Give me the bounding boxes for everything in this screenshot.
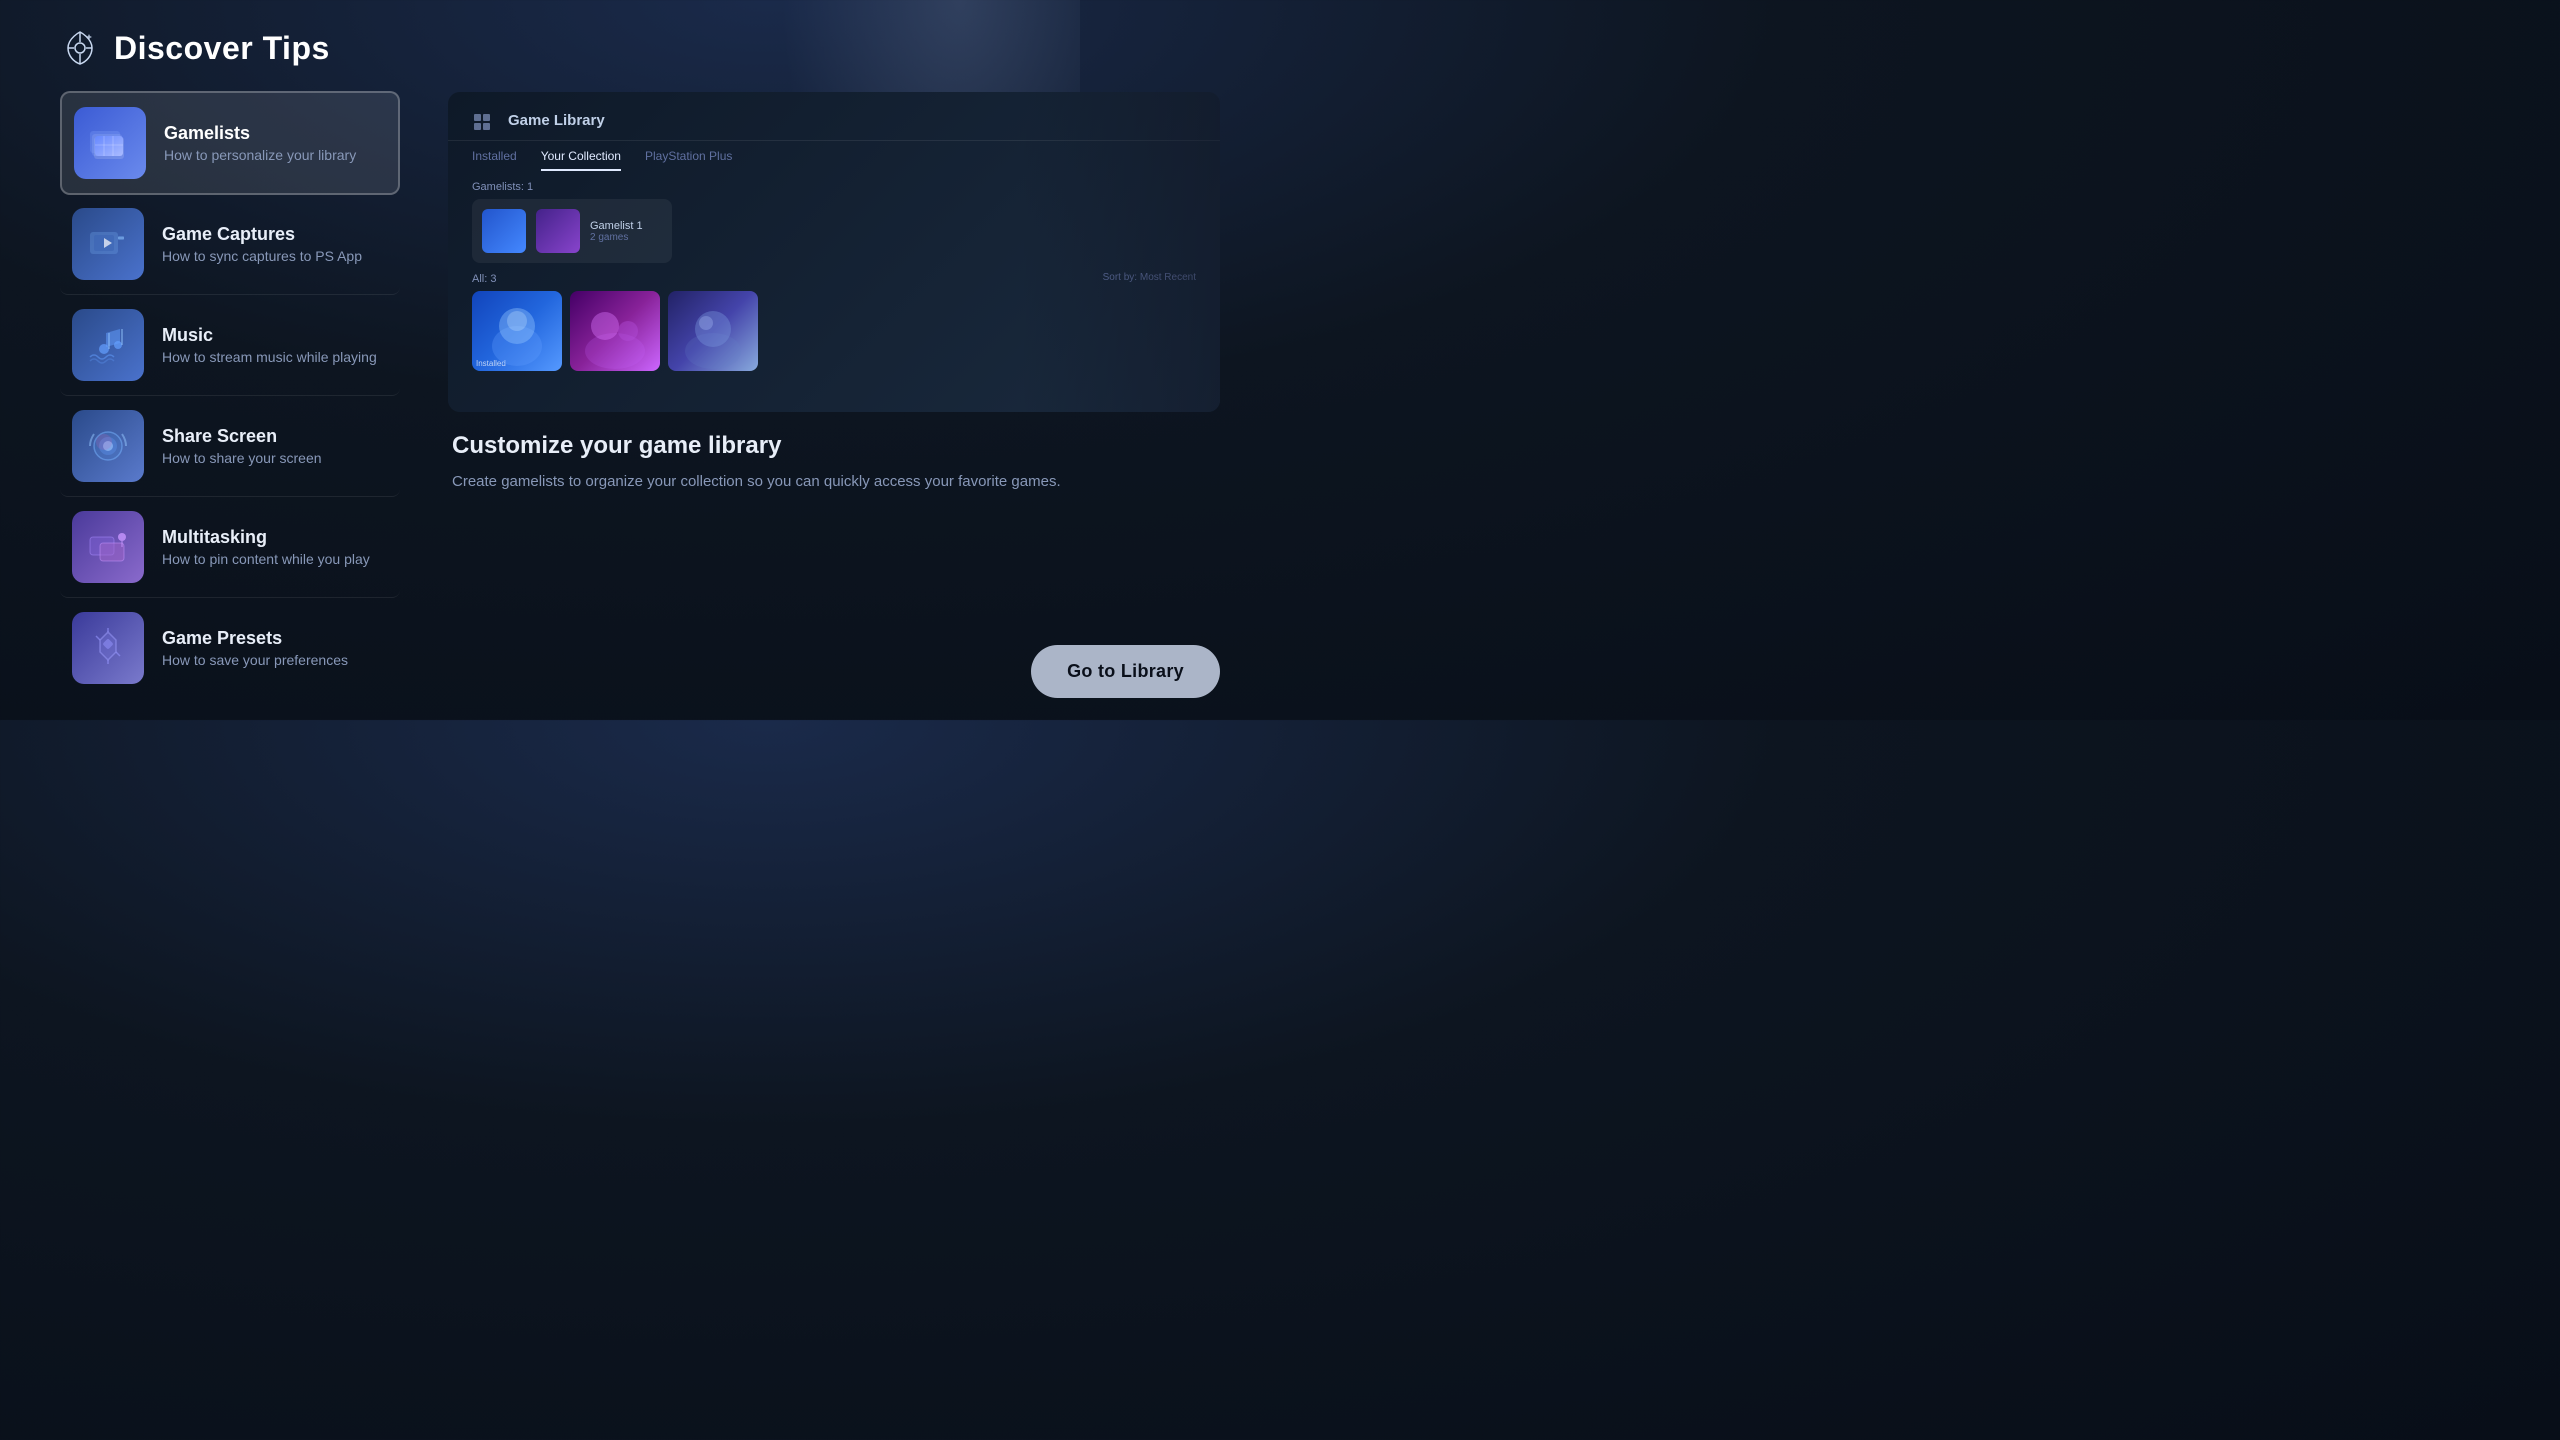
mock-thumb-1 bbox=[482, 209, 526, 253]
mock-game-card-astro: Installed bbox=[472, 291, 562, 371]
tip-list: Gamelists How to personalize your librar… bbox=[60, 92, 400, 698]
tip-text-multitasking: Multitasking How to pin content while yo… bbox=[162, 527, 370, 567]
tip-icon-game-presets bbox=[72, 612, 144, 684]
detail-panel: Game Library Installed Your Collection P… bbox=[448, 92, 1220, 698]
page-title: Discover Tips bbox=[114, 30, 330, 67]
tip-icon-game-captures bbox=[72, 208, 144, 280]
mock-gamelist-name: Gamelist 1 bbox=[590, 220, 643, 232]
discover-tips-icon bbox=[60, 28, 100, 68]
mock-game-card-ratchet bbox=[570, 291, 660, 371]
tip-title-share-screen: Share Screen bbox=[162, 426, 322, 447]
tip-text-game-captures: Game Captures How to sync captures to PS… bbox=[162, 224, 362, 264]
mock-gamelist-info: Gamelist 1 2 games bbox=[590, 220, 643, 243]
tip-subtitle-music: How to stream music while playing bbox=[162, 349, 377, 365]
mock-library-icon bbox=[472, 110, 492, 130]
tip-item-game-captures[interactable]: Game Captures How to sync captures to PS… bbox=[60, 194, 400, 295]
detail-title: Customize your game library bbox=[452, 432, 1216, 460]
mock-game-card-sackboy bbox=[668, 291, 758, 371]
tip-title-gamelists: Gamelists bbox=[164, 123, 356, 144]
tip-text-share-screen: Share Screen How to share your screen bbox=[162, 426, 322, 466]
tip-title-game-captures: Game Captures bbox=[162, 224, 362, 245]
page-header: Discover Tips bbox=[60, 28, 1220, 68]
tip-icon-music bbox=[72, 309, 144, 381]
tip-title-music: Music bbox=[162, 325, 377, 346]
tip-icon-share-screen bbox=[72, 410, 144, 482]
tip-icon-gamelists bbox=[74, 107, 146, 179]
tip-title-multitasking: Multitasking bbox=[162, 527, 370, 548]
action-row: Go to Library bbox=[448, 645, 1220, 698]
mock-tab-your-collection: Your Collection bbox=[541, 149, 621, 171]
tip-text-music: Music How to stream music while playing bbox=[162, 325, 377, 365]
tip-item-share-screen[interactable]: Share Screen How to share your screen bbox=[60, 396, 400, 497]
preview-area: Game Library Installed Your Collection P… bbox=[448, 92, 1220, 412]
tip-item-gamelists[interactable]: Gamelists How to personalize your librar… bbox=[60, 91, 400, 195]
main-content: Gamelists How to personalize your librar… bbox=[60, 92, 1220, 698]
tip-subtitle-share-screen: How to share your screen bbox=[162, 450, 322, 466]
tip-subtitle-game-presets: How to save your preferences bbox=[162, 652, 348, 668]
mock-figure bbox=[1020, 92, 1220, 412]
mock-header-title: Game Library bbox=[508, 112, 605, 129]
tip-text-game-presets: Game Presets How to save your preference… bbox=[162, 628, 348, 668]
tip-icon-multitasking bbox=[72, 511, 144, 583]
tip-title-game-presets: Game Presets bbox=[162, 628, 348, 649]
go-to-library-button[interactable]: Go to Library bbox=[1031, 645, 1220, 698]
mock-thumb-2 bbox=[536, 209, 580, 253]
game-library-mock: Game Library Installed Your Collection P… bbox=[448, 92, 1220, 412]
tip-item-game-presets[interactable]: Game Presets How to save your preference… bbox=[60, 598, 400, 698]
tip-subtitle-gamelists: How to personalize your library bbox=[164, 147, 356, 163]
mock-tab-psplus: PlayStation Plus bbox=[645, 149, 732, 171]
description-area: Customize your game library Create gamel… bbox=[448, 432, 1220, 494]
tip-item-multitasking[interactable]: Multitasking How to pin content while yo… bbox=[60, 497, 400, 598]
mock-tab-installed: Installed bbox=[472, 149, 517, 171]
tip-subtitle-multitasking: How to pin content while you play bbox=[162, 551, 370, 567]
tip-text-gamelists: Gamelists How to personalize your librar… bbox=[164, 123, 356, 163]
tip-item-music[interactable]: Music How to stream music while playing bbox=[60, 295, 400, 396]
mock-gamelist-card: Gamelist 1 2 games bbox=[472, 199, 672, 263]
mock-gamelist-count: 2 games bbox=[590, 232, 643, 243]
tip-subtitle-game-captures: How to sync captures to PS App bbox=[162, 248, 362, 264]
page-container: Discover Tips bbox=[0, 0, 1280, 720]
detail-description: Create gamelists to organize your collec… bbox=[452, 470, 1216, 494]
